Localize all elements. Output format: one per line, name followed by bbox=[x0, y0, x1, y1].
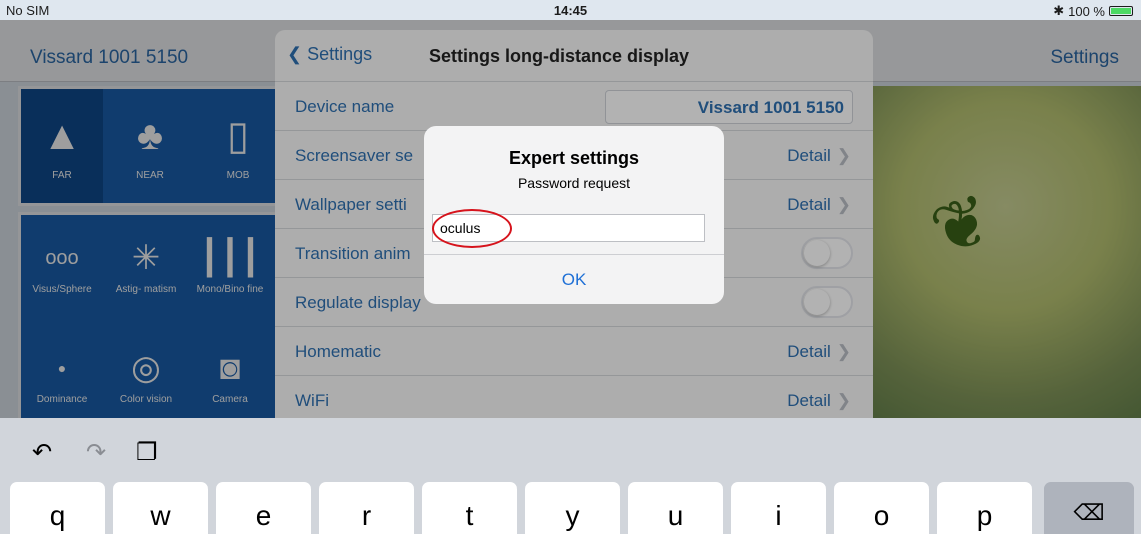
row-detail: Detail ❯ bbox=[787, 342, 851, 361]
row-label: Transition anim bbox=[295, 244, 411, 263]
row-label: Regulate display bbox=[295, 293, 421, 312]
ok-button[interactable]: OK bbox=[424, 255, 724, 304]
row-label: Screensaver se bbox=[295, 146, 414, 165]
status-bar: No SIM 14:45 ✱ 100 % bbox=[0, 0, 1141, 20]
key-o[interactable]: o bbox=[834, 482, 929, 534]
bluetooth-icon: ✱ bbox=[1053, 3, 1065, 18]
device-name-value: Vissard 1001 5150 bbox=[697, 98, 844, 117]
row-homematic[interactable]: Homematic Detail ❯ bbox=[275, 327, 873, 376]
settings-title: Settings long-distance display bbox=[429, 46, 690, 66]
annotation-circle bbox=[432, 209, 512, 248]
chevron-left-icon: ❮ bbox=[287, 44, 308, 64]
key-e[interactable]: e bbox=[216, 482, 311, 534]
paste-icon[interactable]: ❐ bbox=[136, 438, 158, 467]
brightness-toggle[interactable] bbox=[801, 286, 853, 318]
alert-message: Password request bbox=[517, 175, 631, 191]
settings-header: ❮ Settings Settings long-distance displa… bbox=[275, 30, 873, 82]
status-right: ✱ 100 % bbox=[1053, 3, 1133, 19]
row-label: Device name bbox=[295, 97, 395, 116]
key-i[interactable]: i bbox=[731, 482, 826, 534]
back-button[interactable]: ❮ Settings bbox=[287, 44, 372, 65]
row-detail: Detail ❯ bbox=[787, 195, 851, 214]
alert-title: Expert settings bbox=[508, 148, 640, 168]
key-q[interactable]: q bbox=[10, 482, 105, 534]
keyboard-toolbar: ↶ ↷ ❐ bbox=[0, 418, 1141, 482]
row-label: Wallpaper setti bbox=[295, 195, 407, 214]
device-name-field[interactable]: Vissard 1001 5150 bbox=[605, 90, 853, 124]
key-p[interactable]: p bbox=[937, 482, 1032, 534]
row-detail: Detail ❯ bbox=[787, 146, 851, 165]
chevron-right-icon: ❯ bbox=[836, 342, 851, 361]
transition-toggle[interactable] bbox=[801, 237, 853, 269]
row-device-name: Device name Vissard 1001 5150 bbox=[275, 82, 873, 131]
chevron-right-icon: ❯ bbox=[836, 146, 851, 165]
key-y[interactable]: y bbox=[525, 482, 620, 534]
keyboard: ↶ ↷ ❐ q w e r t y u i o p ⌫ bbox=[0, 418, 1141, 534]
key-u[interactable]: u bbox=[628, 482, 723, 534]
key-w[interactable]: w bbox=[113, 482, 208, 534]
back-label: Settings bbox=[307, 44, 373, 64]
row-label: WiFi bbox=[295, 391, 329, 410]
key-t[interactable]: t bbox=[422, 482, 517, 534]
battery-icon bbox=[1109, 6, 1133, 16]
undo-icon[interactable]: ↶ bbox=[32, 438, 52, 467]
key-r[interactable]: r bbox=[319, 482, 414, 534]
row-detail: Detail ❯ bbox=[787, 391, 851, 410]
chevron-right-icon: ❯ bbox=[836, 195, 851, 214]
chevron-right-icon: ❯ bbox=[836, 391, 851, 410]
redo-icon[interactable]: ↷ bbox=[86, 438, 106, 467]
clock: 14:45 bbox=[553, 3, 588, 18]
battery-percent: 100 % bbox=[1068, 3, 1105, 19]
delete-key[interactable]: ⌫ bbox=[1044, 482, 1134, 534]
row-label: Homematic bbox=[295, 342, 381, 361]
